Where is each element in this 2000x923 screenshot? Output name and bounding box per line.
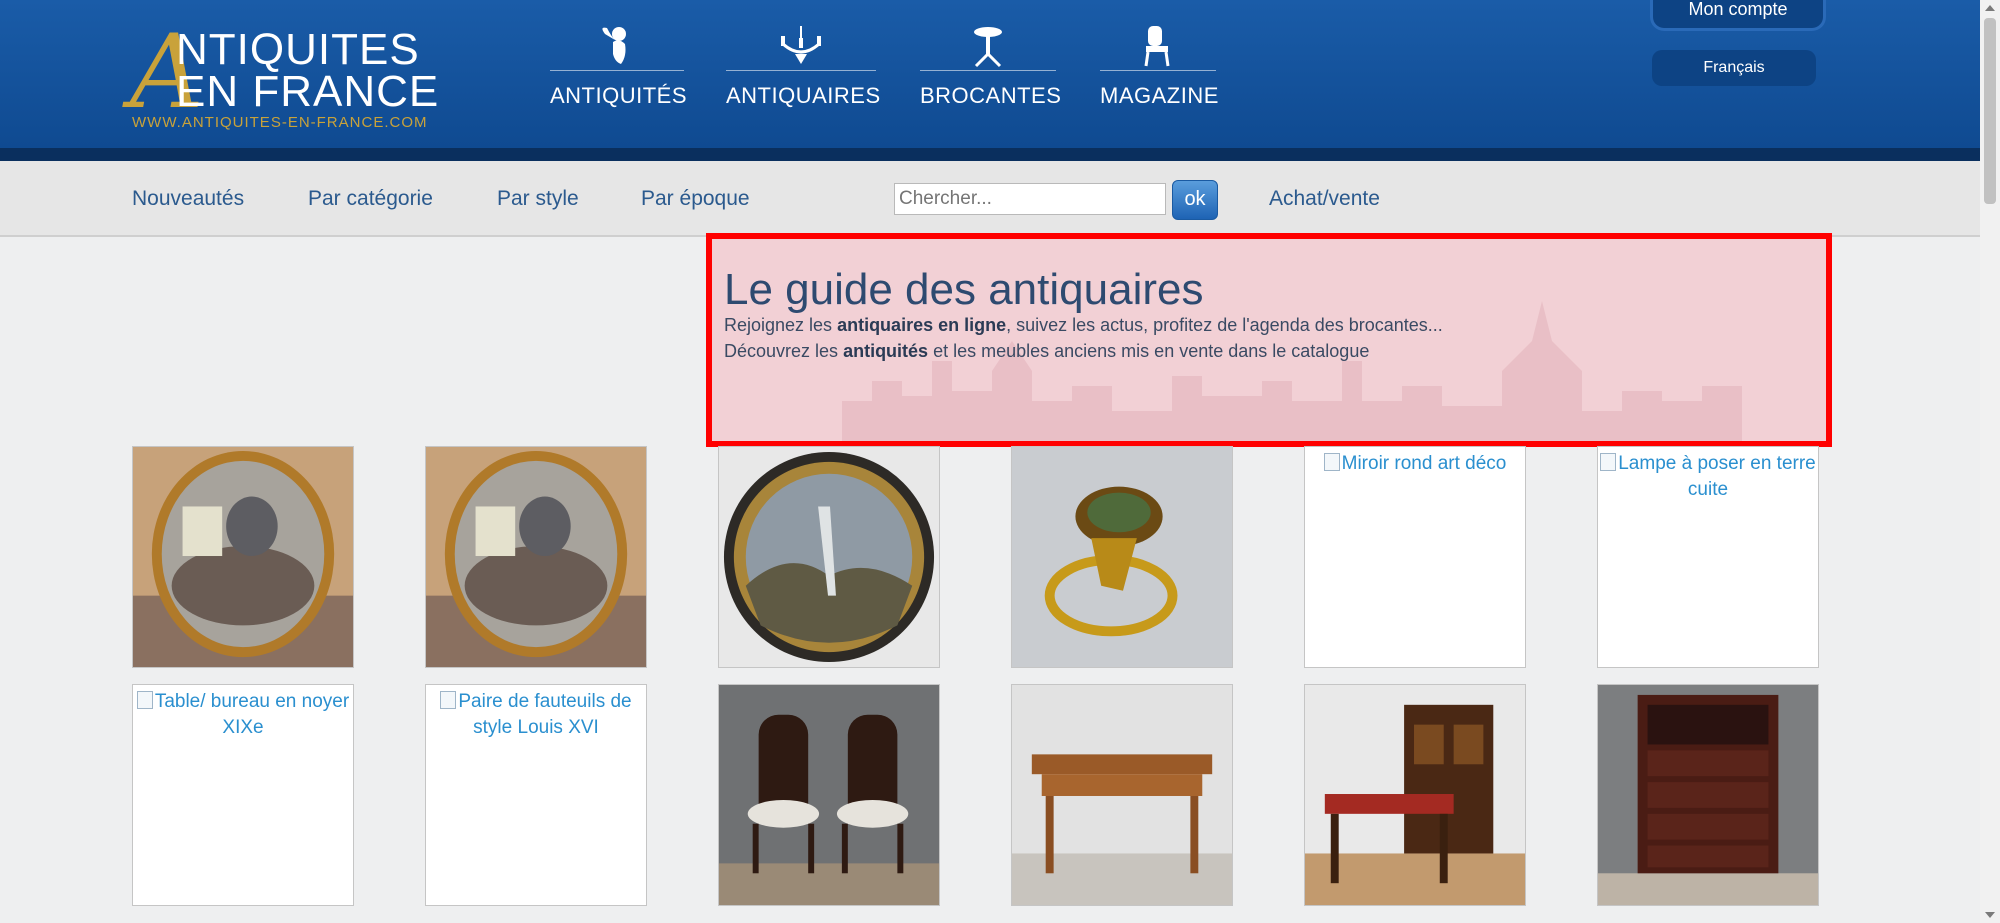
guide-text-segment: et les meubles anciens mis en vente dans… [928,341,1370,361]
image-alt-text: Miroir rond art déco [1305,451,1525,477]
oval-mirror-photo [133,447,353,667]
broken-image-icon [136,691,153,709]
nav-divider [550,70,684,71]
lacquered-cabinet-photo [1598,685,1818,905]
guide-text-segment: Découvrez les [724,341,844,361]
scroll-down-arrow-icon[interactable] [1985,912,1995,918]
pair-of-chairs-photo [719,685,939,905]
chandelier-icon [781,26,821,64]
oval-mirror-photo [426,447,646,667]
alt-label: Miroir rond art déco [1341,453,1507,474]
site-logo[interactable]: A NTIQUITES EN FRANCE WWW.ANTIQUITES-EN-… [130,22,450,132]
product-tile[interactable] [718,684,940,906]
guide-line-1: Rejoignez les antiquaires en ligne, suiv… [724,315,1443,336]
alt-label: Lampe à poser en terre cuite [1618,453,1816,500]
product-tile-broken-image[interactable]: Miroir rond art déco [1304,446,1526,668]
product-tile[interactable] [1011,684,1233,906]
cherub-icon [602,27,626,64]
guide-link-antiquites[interactable]: antiquités [843,341,928,361]
logo-url: WWW.ANTIQUITES-EN-FRANCE.COM [132,114,428,131]
desk-and-cabinet-photo [1305,685,1525,905]
subnav-par-epoque[interactable]: Par époque [641,187,750,211]
guide-title: Le guide des antiquaires [724,265,1204,314]
nav-divider [920,70,1056,71]
subnav-par-categorie[interactable]: Par catégorie [308,187,433,211]
product-tile[interactable] [425,446,647,668]
nav-divider [726,70,876,71]
nav-label: BROCANTES [920,83,1062,108]
site-header: A NTIQUITES EN FRANCE WWW.ANTIQUITES-EN-… [0,0,2000,148]
scroll-thumb[interactable] [1984,18,1996,204]
logo-line-2: EN FRANCE [176,67,440,116]
guide-link-antiquaires[interactable]: antiquaires en ligne [837,315,1006,335]
product-tile[interactable] [718,446,940,668]
subnav-achat-vente[interactable]: Achat/vente [1269,187,1380,211]
nav-divider [1100,70,1216,71]
search-input[interactable] [894,183,1166,215]
image-alt-text: Paire de fauteuils de style Louis XVI [426,689,646,741]
chair-icon [1144,26,1170,67]
guide-text-segment: , suivez les actus, profitez de l'agenda… [1006,315,1443,335]
nav-label: ANTIQUITÉS [550,83,688,108]
image-alt-text: Lampe à poser en terre cuite [1598,451,1818,503]
product-tile-broken-image[interactable]: Table/ bureau en noyer XIXe [132,684,354,906]
product-tile[interactable] [132,446,354,668]
product-tile-broken-image[interactable]: Lampe à poser en terre cuite [1597,446,1819,668]
guide-line-2: Découvrez les antiquités et les meubles … [724,341,1369,362]
nav-label: ANTIQUAIRES [726,83,881,108]
nav-antiquites[interactable]: ANTIQUITÉS [550,24,688,109]
account-button[interactable]: Mon compte [1650,0,1826,31]
scroll-up-arrow-icon[interactable] [1985,5,1995,11]
broken-image-icon [440,691,457,709]
broken-image-icon [1323,453,1340,471]
guide-text-segment: Rejoignez les [724,315,838,335]
logo-line-1: NTIQUITES [176,25,420,74]
product-tile[interactable] [1597,684,1819,906]
nav-brocantes[interactable]: BROCANTES [920,24,1062,109]
nav-label: MAGAZINE [1100,83,1219,108]
alt-label: Table/ bureau en noyer XIXe [154,691,350,738]
search-ok-button[interactable]: ok [1172,180,1218,220]
product-tile[interactable] [1304,684,1526,906]
sub-navigation: Nouveautés Par catégorie Par style Par é… [0,161,1980,237]
vertical-scrollbar[interactable] [1980,0,2000,923]
product-tile-broken-image[interactable]: Paire de fauteuils de style Louis XVI [425,684,647,906]
table-icon [974,27,1002,68]
alt-label: Paire de fauteuils de style Louis XVI [458,691,632,738]
subnav-par-style[interactable]: Par style [497,187,579,211]
header-stripe [0,148,2000,161]
gold-ring-photo [1012,447,1232,667]
subnav-nouveautes[interactable]: Nouveautés [132,187,244,211]
nav-antiquaires[interactable]: ANTIQUAIRES [726,24,881,109]
image-alt-text: Table/ bureau en noyer XIXe [133,689,353,741]
round-painting-photo [719,447,939,667]
nav-magazine[interactable]: MAGAZINE [1100,24,1219,109]
language-selector[interactable]: Français [1652,50,1816,86]
guide-banner: Le guide des antiquaires Rejoignez les a… [706,233,1832,447]
product-tile[interactable] [1011,446,1233,668]
wooden-table-photo [1012,685,1232,905]
broken-image-icon [1600,453,1617,471]
